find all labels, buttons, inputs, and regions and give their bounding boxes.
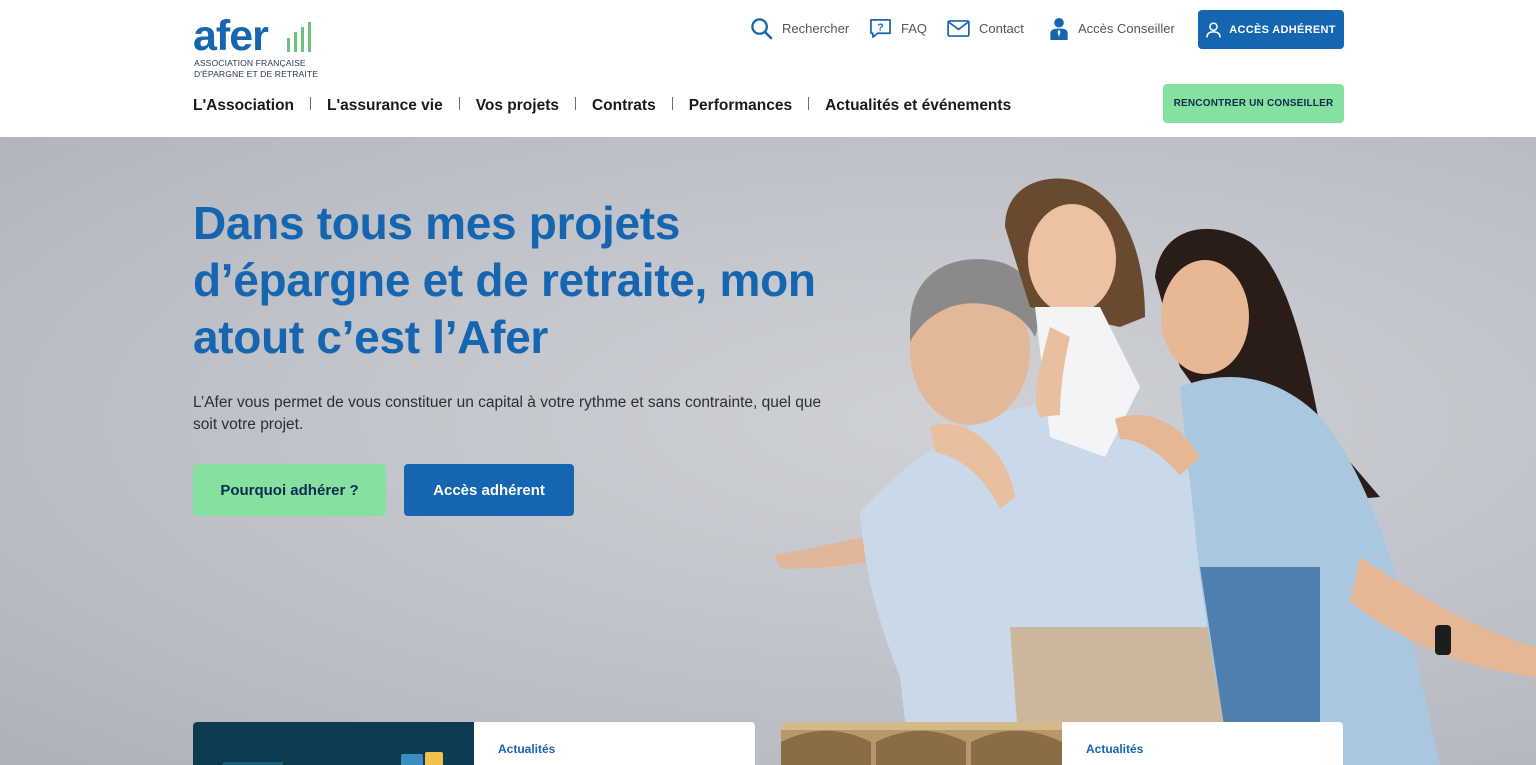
faq-label: FAQ	[901, 20, 928, 36]
member-access-hero-button[interactable]: Accès adhérent	[404, 464, 574, 516]
news-card[interactable]: Actualités	[781, 722, 1343, 765]
contact-label: Contact	[979, 20, 1024, 36]
logo-subtitle-line1: ASSOCIATION FRANÇAISE	[194, 58, 306, 68]
news-card[interactable]: Actualités	[193, 722, 755, 765]
nav-item-vos-projets[interactable]: Vos projets	[476, 97, 559, 115]
nav-item-performances[interactable]: Performances	[689, 97, 792, 115]
logo-subtitle-line2: D'ÉPARGNE ET DE RETRAITE	[194, 69, 319, 79]
member-access-label: ACCÈS ADHÉRENT	[1229, 23, 1336, 36]
afer-logo[interactable]: afer ASSOCIATION FRANÇAISE D'ÉPARGNE ET …	[193, 12, 318, 82]
news-card-tag: Actualités	[1086, 742, 1144, 756]
nav-separator	[808, 96, 810, 110]
search-link[interactable]: Rechercher	[750, 14, 849, 42]
logo-bars-icon	[287, 22, 311, 52]
member-access-button[interactable]: ACCÈS ADHÉRENT	[1198, 10, 1344, 49]
nav-separator	[458, 96, 460, 110]
faq-link[interactable]: ? FAQ	[869, 14, 927, 42]
news-card-image	[781, 722, 1062, 765]
contact-link[interactable]: Contact	[947, 14, 1024, 42]
search-label: Rechercher	[782, 20, 850, 36]
nav-separator	[574, 96, 576, 110]
hero-section: Dans tous mes projets d’épargne et de re…	[0, 137, 1536, 765]
nav-separator	[671, 96, 673, 110]
news-card-image	[193, 722, 474, 765]
meet-advisor-button[interactable]: RENCONTRER UN CONSEILLER	[1163, 84, 1344, 123]
logo-wordmark: afer	[193, 12, 269, 60]
nav-item-association[interactable]: L'Association	[193, 97, 294, 115]
advisor-icon	[1050, 17, 1068, 40]
site-header: afer ASSOCIATION FRANÇAISE D'ÉPARGNE ET …	[0, 0, 1536, 137]
search-icon	[751, 17, 773, 39]
logo-subtitle: ASSOCIATION FRANÇAISE D'ÉPARGNE ET DE RE…	[194, 58, 318, 80]
nav-item-assurance-vie[interactable]: L'assurance vie	[327, 97, 443, 115]
svg-text:?: ?	[877, 21, 883, 33]
nav-item-contrats[interactable]: Contrats	[592, 97, 656, 115]
family-photo	[775, 178, 1536, 765]
advisor-access-link[interactable]: Accès Conseiller	[1049, 14, 1175, 42]
advisor-label: Accès Conseiller	[1078, 20, 1175, 36]
nav-item-actualites[interactable]: Actualités et événements	[825, 97, 1011, 115]
user-icon	[1206, 21, 1222, 38]
main-navigation: L'Association L'assurance vie Vos projet…	[193, 95, 1011, 117]
why-join-button[interactable]: Pourquoi adhérer ?	[193, 464, 386, 516]
news-card-tag: Actualités	[498, 742, 556, 756]
hero-description: L’Afer vous permet de vous constituer un…	[193, 394, 822, 433]
nav-separator	[310, 96, 312, 110]
envelope-icon	[947, 19, 970, 37]
question-icon: ?	[870, 18, 891, 38]
hero-title: Dans tous mes projets d’épargne et de re…	[193, 197, 816, 363]
